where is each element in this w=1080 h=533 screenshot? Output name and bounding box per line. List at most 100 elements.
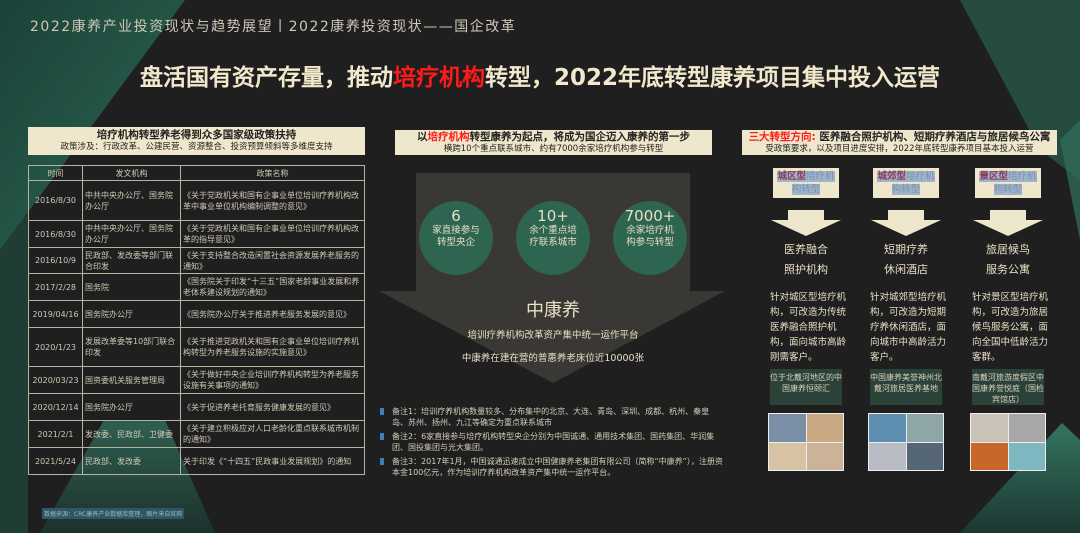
project-caption: 南戴河旅游度假区中国康养誉悦庭（国检宾馆店）: [972, 369, 1044, 405]
type-name: 景区型: [979, 171, 1008, 182]
company-desc: 培训疗养机构改革资产集中统一运作平台: [467, 330, 639, 341]
cell-policy: 《关于推进党政机关和国有企事业单位培训疗养机构转型为养老服务设施的实施意见》: [180, 327, 365, 367]
project-photo: [970, 413, 1046, 471]
photo-tile: [906, 442, 943, 470]
photo-tile: [906, 414, 943, 442]
middle-banner-subtitle: 横跨10个重点联系城市、约有7000余家培疗机构参与转型: [443, 143, 664, 154]
photo-tile: [869, 414, 906, 442]
project-caption: 中国康养美誉神州北戴河旅居医养基地: [870, 369, 942, 405]
title-line: 短期疗养: [884, 243, 928, 256]
table-header: 时间 发文机构 政策名称: [28, 165, 365, 181]
project-photo: [868, 413, 944, 471]
type-name: 城郊型: [877, 171, 906, 182]
table-row: 2019/04/16 国务院办公厅 《国务院办公厅关于推进养老服务发展的意见》: [28, 300, 365, 328]
cell-policy: 《关于建立积极应对人口老龄化重点联系城市机制的通知》: [180, 420, 365, 448]
table-row: 2020/03/23 国资委机关服务管理局 《关于做好中央企业培训疗养机构转型为养老…: [28, 366, 365, 394]
type-label: 城区型培疗机构转型: [773, 168, 839, 198]
direction-desc: 针对城区型培疗机构，可改造为传统医养融合照护机构，面向城市高龄刚需客户。: [770, 292, 847, 363]
cell-issuer: 国务院: [82, 273, 181, 301]
column-header: 政策名称: [180, 165, 365, 181]
stat-value: 6: [451, 207, 461, 225]
page-title: 盘活国有资产存量，推动培疗机构转型，2022年底转型康养项目集中投入运营: [0, 58, 1080, 92]
cell-issuer: 发展改革委等10部门联合印发: [82, 327, 181, 367]
middle-banner-title: 以培疗机构转型康养为起点，将成为国企迈入康养的第一步: [395, 131, 712, 144]
cell-issuer: 发改委、民政部、卫健委: [82, 420, 181, 448]
cell-date: 2020/12/14: [28, 393, 83, 421]
bullet-icon: [380, 408, 384, 415]
cell-issuer: 国务院办公厅: [82, 393, 181, 421]
stat-label: 余家培疗机构参与转型: [626, 225, 674, 248]
direction-banner-title: 三大转型方向: 医养融合照护机构、短期疗养酒店与旅居候鸟公寓: [742, 131, 1057, 144]
cell-date: 2021/2/1: [28, 420, 83, 448]
text: 以: [417, 131, 428, 143]
company-name: 中康养: [526, 300, 580, 321]
highlight: 三大转型方向:: [748, 131, 816, 143]
photo-tile: [971, 442, 1008, 470]
cell-date: 2019/04/16: [28, 300, 83, 328]
table-row: 2021/2/1 发改委、民政部、卫健委 《关于建立积极应对人口老龄化重点联系城市机…: [28, 420, 365, 448]
cell-policy: 《关于党政机关和国有企事业单位培训疗养机构改革的指导意见》: [180, 220, 365, 248]
highlight: 培疗机构: [427, 131, 470, 143]
policy-table: 时间 发文机构 政策名称 2016/8/30 中共中央办公厅、国务院办公厅 《关于党…: [28, 165, 365, 475]
text: 医养融合照护机构、短期疗养酒店与旅居候鸟公寓: [815, 131, 1051, 143]
note-text: 备注2：6家直接参与培疗机构转型央企分别为中国诚通、通用技术集团、国药集团、华润…: [392, 432, 715, 452]
title-line: 服务公寓: [986, 263, 1030, 276]
direction-desc: 针对城郊型培疗机构，可改造为短期疗养休闲酒店，面向城市中高龄活力客户。: [870, 292, 947, 363]
policy-banner: 培疗机构转型养老得到众多国家级政策扶持 政策涉及：行政改革、公建民营、资源整合、…: [28, 127, 365, 155]
down-arrow-icon: [771, 210, 841, 236]
title-line: 医养融合: [784, 243, 828, 256]
cell-policy: 《国务院关于印发“十三五”国家老龄事业发展和养老体系建设规划的通知》: [180, 273, 365, 301]
table-row: 2016/10/9 民政部、发改委等部门联合印发 《关于支持整合改造闲置社会资源发展…: [28, 247, 365, 274]
stat-value: 7000+: [624, 207, 676, 225]
photo-tile: [1008, 414, 1045, 442]
note-text: 备注3：2017年1月，中国诚通迅速成立中国健康养老集团有限公司（简称“中康养”…: [392, 457, 723, 477]
cell-date: 2020/1/23: [28, 327, 83, 367]
cell-policy: 《国务院办公厅关于推进养老服务发展的意见》: [180, 300, 365, 328]
middle-banner: 以培疗机构转型康养为起点，将成为国企迈入康养的第一步 横跨10个重点联系城市、约…: [395, 130, 712, 155]
photo-tile: [769, 414, 806, 442]
photo-tile: [1008, 442, 1045, 470]
photo-tile: [869, 442, 906, 470]
cell-policy: 《关于做好中央企业培训疗养机构转型为养老服务设施有关事项的通知》: [180, 366, 365, 394]
cell-issuer: 中共中央办公厅、国务院办公厅: [82, 220, 181, 248]
direction-title: 医养融合 照护机构: [756, 240, 856, 280]
stat-label: 家直接参与转型央企: [432, 225, 480, 248]
column-header: 发文机构: [82, 165, 181, 181]
cell-date: 2016/8/30: [28, 180, 83, 221]
down-arrow-icon: [973, 210, 1043, 236]
note-item: 备注3：2017年1月，中国诚通迅速成立中国健康养老集团有限公司（简称“中康养”…: [380, 456, 725, 478]
type-name: 城区型: [777, 171, 806, 182]
table-row: 2021/5/24 民政部、发改委 关于印发《“十四五”民政事业发展规划》的通知: [28, 447, 365, 475]
title-line: 照护机构: [784, 263, 828, 276]
photo-tile: [806, 414, 843, 442]
title-highlight: 培疗机构: [392, 65, 485, 91]
direction-banner-subtitle: 受政策要求，以及项目进度安排，2022年底转型康养项目基本投入运营: [765, 143, 1034, 154]
cell-policy: 关于印发《“十四五”民政事业发展规划》的通知: [180, 447, 365, 475]
cell-policy: 《关于支持整合改造闲置社会资源发展养老服务的通知》: [180, 247, 365, 274]
type-label: 景区型培疗机构转型: [975, 168, 1041, 198]
project-caption: 位于北戴河地区的中国康养恒颐汇: [770, 369, 842, 405]
cell-issuer: 国务院办公厅: [82, 300, 181, 328]
cell-date: 2016/8/30: [28, 220, 83, 248]
table-row: 2017/2/28 国务院 《国务院关于印发“十三五”国家老龄事业发展和养老体系建设…: [28, 273, 365, 301]
cell-date: 2017/2/28: [28, 273, 83, 301]
table-row: 2020/12/14 国务院办公厅 《关于促进养老托育服务健康发展的意见》: [28, 393, 365, 421]
type-label: 城郊型培疗机构转型: [873, 168, 939, 198]
title-line: 休闲酒店: [884, 263, 928, 276]
cell-issuer: 国资委机关服务管理局: [82, 366, 181, 394]
project-photo: [768, 413, 844, 471]
photo-tile: [971, 414, 1008, 442]
cell-date: 2021/5/24: [28, 447, 83, 475]
cell-issuer: 中共中央办公厅、国务院办公厅: [82, 180, 181, 221]
column-header: 时间: [28, 165, 83, 181]
title-part: 盘活国有资产存量，推动: [139, 65, 393, 91]
direction-title: 短期疗养 休闲酒店: [856, 240, 956, 280]
data-source: 数据来源：CRC康养产业数据库整理，图片来自官网: [42, 508, 185, 519]
title-part: 转型，2022年底转型康养项目集中投入运营: [484, 65, 940, 91]
title-line: 旅居候鸟: [986, 243, 1030, 256]
table-row: 2016/8/30 中共中央办公厅、国务院办公厅 《关于党政机关和国有企事业单位培训…: [28, 220, 365, 248]
bullet-icon: [380, 433, 384, 440]
report-supertitle: 2022康养产业投资现状与趋势展望丨2022康养投资现状——国企改革: [30, 19, 517, 35]
direction-desc: 针对景区型培疗机构，可改造为旅居候鸟服务公寓，面向全国中低龄活力客群。: [972, 292, 1049, 363]
cell-issuer: 民政部、发改委等部门联合印发: [82, 247, 181, 274]
